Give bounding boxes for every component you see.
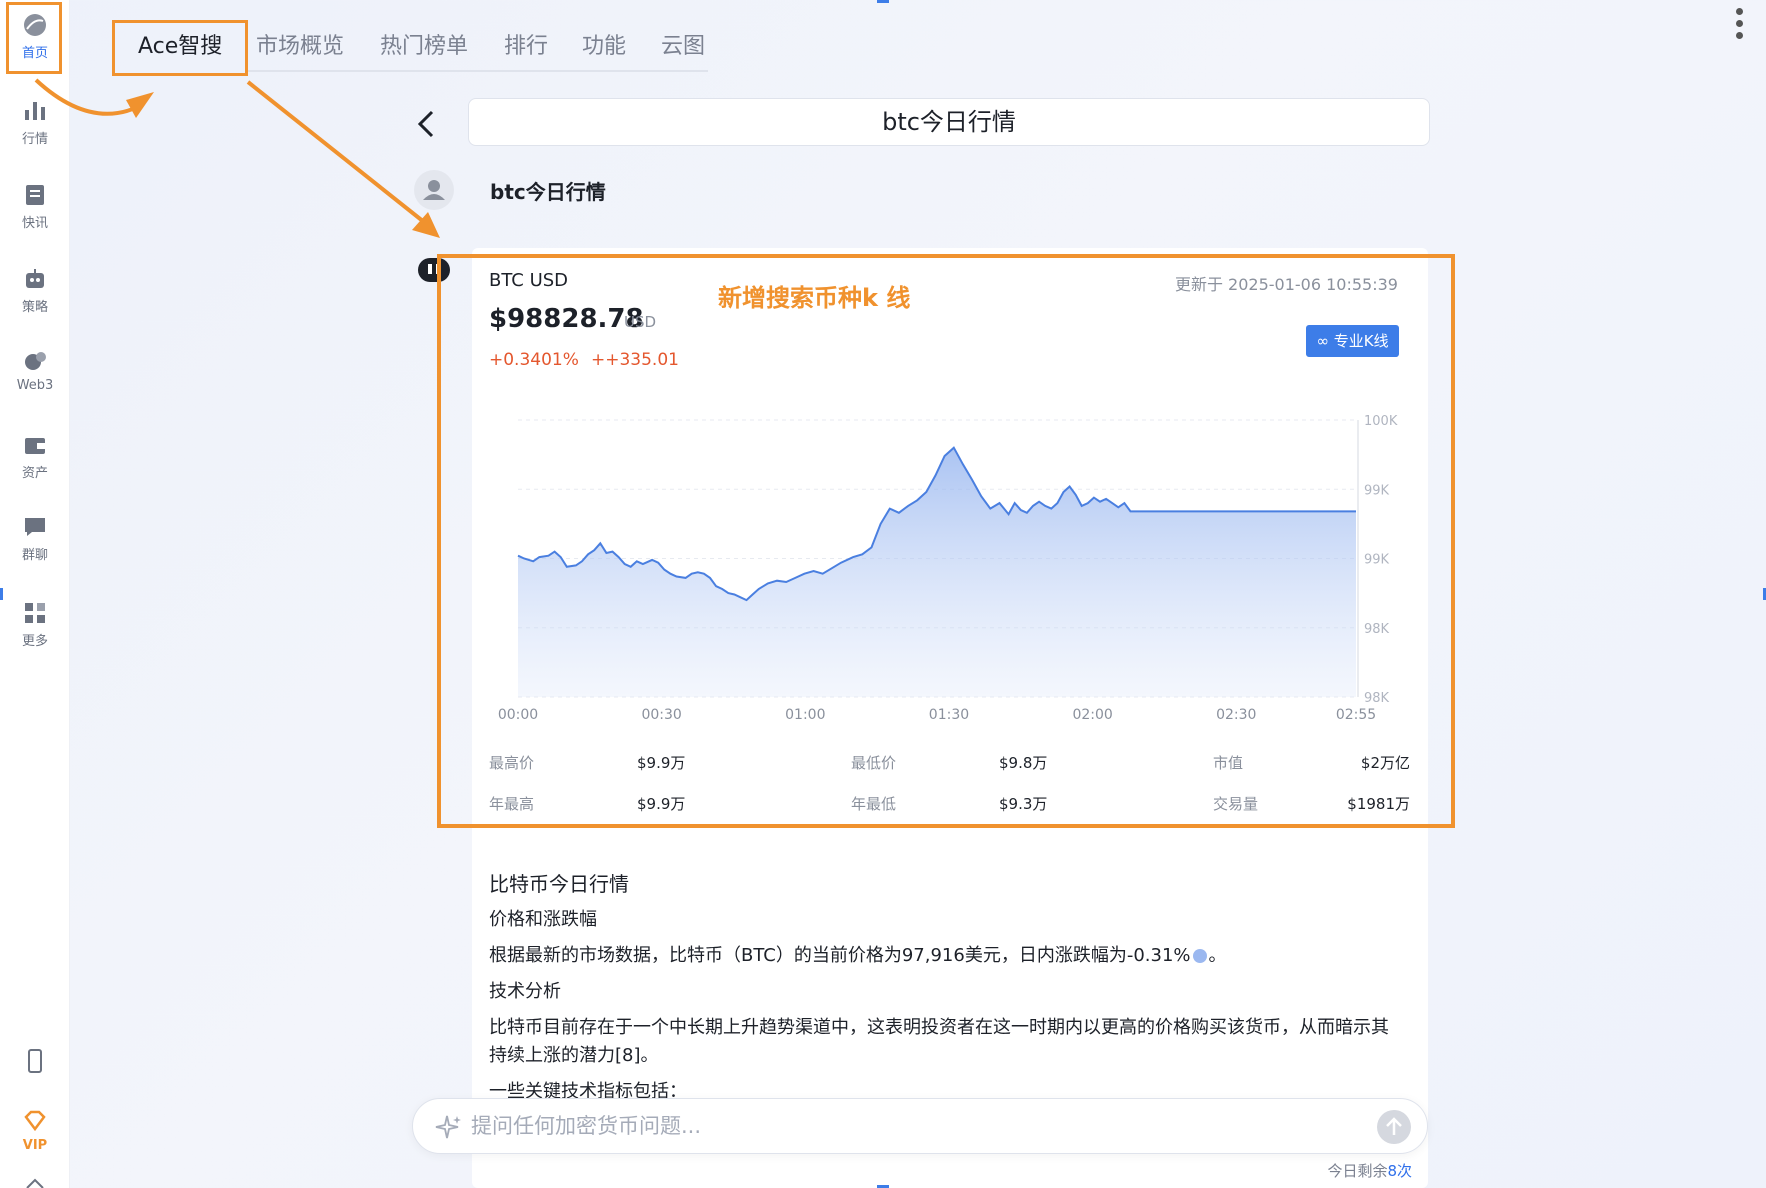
grid-more-icon [25, 603, 45, 623]
send-button[interactable] [1377, 1110, 1411, 1144]
sidebar-item-label: 策略 [21, 300, 48, 315]
ask-bar [412, 1098, 1428, 1154]
sidebar-item-strategy[interactable]: 策略 [0, 266, 70, 315]
article-text: 。 [1208, 945, 1227, 966]
tab-market-overview[interactable]: 市场概览 [256, 22, 344, 72]
sidebar-item-more[interactable]: 更多 [0, 600, 70, 649]
chevron-up-icon [26, 1178, 44, 1188]
article-paragraph: 根据最新的市场数据，比特币（BTC）的当前价格为97,916美元，日内涨跌幅为-… [489, 941, 1227, 967]
sidebar-item-label: 更多 [21, 634, 48, 649]
tab-cloud-map[interactable]: 云图 [661, 22, 705, 72]
user-avatar [414, 170, 454, 210]
sidebar-item-label: 群聊 [21, 548, 48, 563]
sidebar-collapse[interactable] [0, 1172, 70, 1188]
chat-icon [25, 518, 45, 536]
ask-input[interactable] [471, 1107, 1331, 1145]
sidebar-item-web3[interactable]: Web3 [0, 348, 70, 393]
article-section-heading: 技术分析 [489, 981, 561, 1002]
tab-highlight-box [112, 20, 248, 76]
citation-icon[interactable] [1192, 949, 1207, 963]
resize-handle[interactable] [0, 588, 3, 600]
daily-quota: 今日剩余8次 [1327, 1160, 1412, 1181]
article-section-heading: 价格和涨跌幅 [489, 909, 597, 930]
mobile-phone-icon [28, 1049, 42, 1073]
sidebar-item-label: 资产 [21, 466, 48, 481]
sidebar-item-chat[interactable]: 群聊 [0, 514, 70, 563]
query-title: btc今日行情 [468, 98, 1430, 146]
news-icon [26, 185, 44, 205]
wallet-icon [25, 438, 45, 454]
tab-features[interactable]: 功能 [582, 22, 626, 72]
robot-icon [26, 269, 44, 288]
sparkle-icon [435, 1115, 461, 1139]
sidebar-item-label: 行情 [21, 132, 48, 147]
user-icon [423, 180, 445, 200]
sidebar-vip[interactable]: VIP [0, 1108, 70, 1153]
user-message: btc今日行情 [490, 180, 606, 204]
sidebar-item-label: Web3 [16, 378, 54, 393]
quota-count: 8次 [1387, 1162, 1412, 1180]
article-paragraph: 比特币目前存在于一个中长期上升趋势渠道中，这表明投资者在这一时期内以更高的价格购… [489, 1017, 1389, 1038]
chart-highlight-box [437, 254, 1455, 828]
diamond-icon [24, 1110, 46, 1132]
tab-ranking[interactable]: 排行 [504, 22, 548, 72]
quota-prefix: 今日剩余 [1327, 1162, 1388, 1180]
arrow-up-icon [1386, 1117, 1402, 1135]
sidebar-item-assets[interactable]: 资产 [0, 432, 70, 481]
vip-label: VIP [22, 1138, 48, 1153]
article-text: 根据最新的市场数据，比特币（BTC）的当前价格为97,916美元，日内涨跌幅为-… [489, 945, 1191, 966]
sidebar-item-news[interactable]: 快讯 [0, 182, 70, 231]
bar-chart-icon [25, 102, 45, 120]
tab-hot-list[interactable]: 热门榜单 [380, 22, 468, 72]
web3-icon [25, 352, 46, 370]
sidebar-item-market[interactable]: 行情 [0, 98, 70, 147]
back-chevron-icon[interactable] [412, 108, 440, 140]
sidebar: 首页 行情 快讯 策略 Web3 资产 群聊 更多 VIP [0, 0, 70, 1188]
article-title: 比特币今日行情 [489, 872, 629, 896]
article-paragraph: 持续上涨的潜力[8]。 [489, 1045, 659, 1066]
more-menu-icon[interactable] [1733, 8, 1745, 48]
home-highlight-box [6, 2, 62, 74]
resize-handle[interactable] [877, 0, 889, 3]
sidebar-item-label: 快讯 [21, 216, 48, 231]
sidebar-mobile-button[interactable] [0, 1048, 70, 1078]
